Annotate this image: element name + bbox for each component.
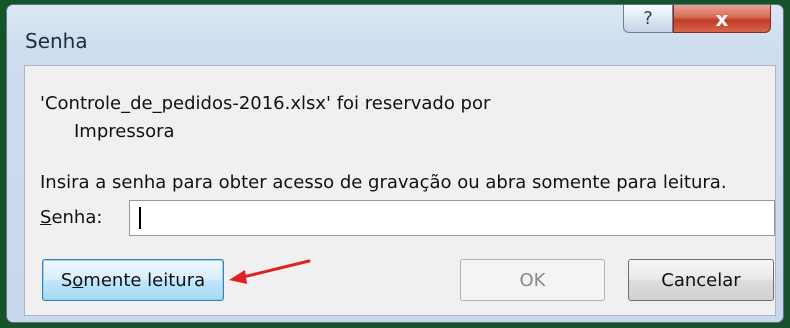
instruction-text: Insira a senha para obter acesso de grav… (40, 172, 727, 193)
password-dialog: Senha ? x 'Controle_de_pedidos-2016.xlsx… (6, 4, 784, 323)
read-only-label-start: S (60, 269, 73, 291)
dialog-content: 'Controle_de_pedidos-2016.xlsx' foi rese… (24, 65, 776, 316)
text-caret (139, 207, 141, 229)
caption-buttons: ? x (623, 5, 771, 35)
close-icon: x (715, 6, 729, 31)
read-only-button[interactable]: So mente leitura (42, 259, 224, 301)
reserved-by-name: Impressora (74, 121, 175, 142)
password-label-mnemonic: S (40, 207, 52, 228)
password-input[interactable] (129, 200, 775, 236)
dialog-title: Senha (25, 29, 88, 53)
help-icon: ? (643, 8, 653, 29)
password-label-text: enha: (51, 207, 103, 228)
password-label: Senha: (40, 207, 102, 228)
read-only-label-end: mente leitura (83, 269, 206, 291)
reserved-message: 'Controle_de_pedidos-2016.xlsx' foi rese… (40, 93, 491, 114)
red-arrow-annotation (229, 259, 311, 284)
read-only-label-mnemonic: o (72, 269, 84, 291)
ok-button[interactable]: OK (460, 259, 605, 301)
help-button[interactable]: ? (623, 5, 673, 33)
close-button[interactable]: x (673, 5, 771, 33)
cancel-button[interactable]: Cancelar (628, 259, 774, 301)
